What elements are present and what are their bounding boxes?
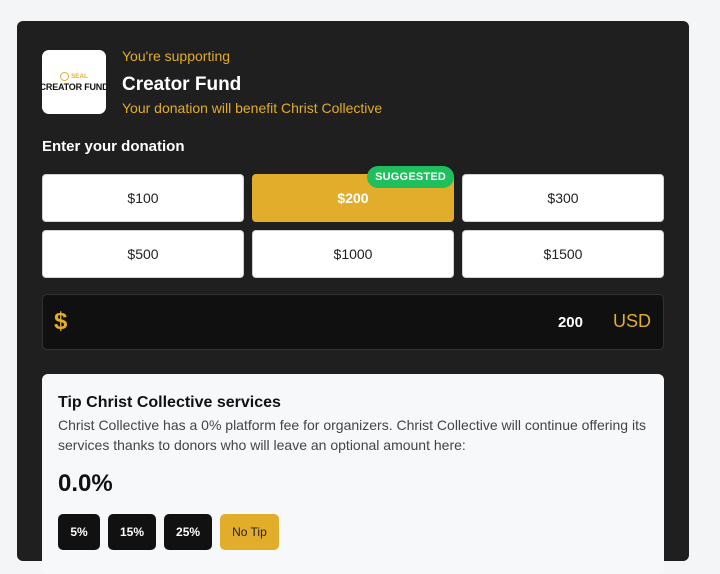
tip-panel: Tip Christ Collective services Christ Co… bbox=[42, 374, 664, 574]
amount-button-1000[interactable]: $1000 bbox=[252, 230, 454, 278]
fund-title: Creator Fund bbox=[122, 74, 242, 95]
logo-seal: SEAL bbox=[60, 72, 88, 81]
amount-value[interactable]: 200 bbox=[558, 314, 583, 331]
supporting-label: You're supporting bbox=[122, 48, 231, 64]
amount-button-200[interactable]: $200 SUGGESTED bbox=[252, 166, 454, 222]
tip-options: 5% 15% 25% No Tip bbox=[58, 514, 279, 550]
suggested-badge: SUGGESTED bbox=[367, 166, 454, 188]
tip-button-15[interactable]: 15% bbox=[108, 514, 157, 550]
custom-amount-field[interactable]: $ 200 USD bbox=[42, 294, 664, 350]
tip-percentage: 0.0% bbox=[58, 470, 113, 497]
donation-label: Enter your donation bbox=[42, 138, 185, 155]
tip-title: Tip Christ Collective services bbox=[58, 394, 281, 411]
amount-button-500[interactable]: $500 bbox=[42, 230, 244, 278]
amount-button-label: $200 bbox=[337, 190, 369, 206]
tip-button-no-tip[interactable]: No Tip bbox=[220, 514, 279, 550]
amount-button-1500[interactable]: $1500 bbox=[462, 230, 664, 278]
benefit-text: Your donation will benefit Christ Collec… bbox=[122, 100, 383, 116]
amount-options: $100 $200 SUGGESTED $300 $500 $1000 $150… bbox=[42, 166, 664, 278]
seal-ring-icon bbox=[60, 72, 70, 81]
donation-card: SEAL CREATOR FUND You're supporting Crea… bbox=[17, 21, 689, 574]
amount-button-100[interactable]: $100 bbox=[42, 174, 244, 222]
amount-button-300[interactable]: $300 bbox=[462, 174, 664, 222]
tip-button-5[interactable]: 5% bbox=[58, 514, 100, 550]
currency-label: USD bbox=[612, 311, 651, 331]
dollar-sign-icon: $ bbox=[54, 308, 68, 335]
logo-text: CREATOR FUND bbox=[42, 82, 106, 92]
creator-fund-logo: SEAL CREATOR FUND bbox=[42, 50, 106, 114]
tip-button-25[interactable]: 25% bbox=[164, 514, 213, 550]
tip-description: Christ Collective has a 0% platform fee … bbox=[58, 417, 646, 453]
logo-seal-text: SEAL bbox=[71, 73, 88, 80]
